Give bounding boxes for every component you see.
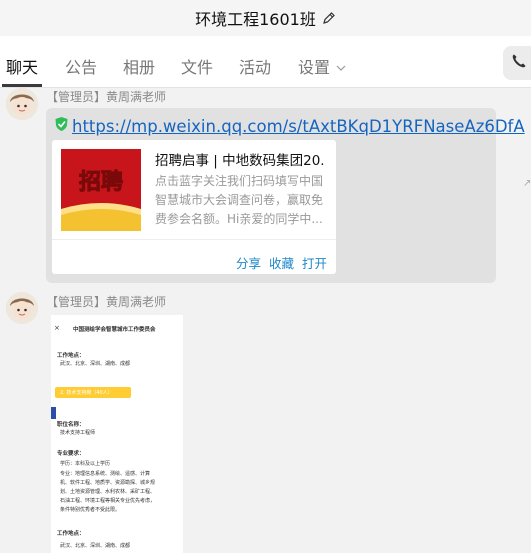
image-message[interactable]: × 中国测绘学会智慧城市工作委员会 工作地点： 武汉、北京、深圳、湖南、成都 2… — [51, 315, 183, 553]
image-header: 中国测绘学会智慧城市工作委员会 — [73, 327, 156, 333]
tab-settings[interactable]: 设置 — [298, 54, 346, 78]
tab-files[interactable]: 文件 — [181, 54, 213, 78]
group-title: 环境工程1601班 — [195, 10, 316, 29]
image-line: 划、土地资源管理、水利农林、采矿工程、 — [60, 489, 156, 495]
tab-bar: 聊天 公告 相册 文件 活动 设置 — [0, 36, 531, 88]
card-title: 招聘启事 | 中地数码集团20... — [155, 153, 325, 169]
avatar[interactable] — [6, 292, 38, 324]
image-line: 条件特别优秀者不受此限。 — [60, 507, 121, 513]
sender-name: 【管理员】黄周满老师 — [46, 90, 167, 104]
tab-announcement[interactable]: 公告 — [65, 54, 97, 78]
image-line: 工作地点： — [57, 531, 85, 537]
card-description: 点击蓝字关注我们扫码填写中国智慧城市大会调查问卷，赢取免费参会名额。Hi亲爱的同… — [155, 174, 324, 226]
favorite-button[interactable]: 收藏 — [269, 253, 294, 272]
image-line: 工作地点： — [57, 353, 85, 359]
image-accent-bar — [51, 407, 56, 419]
share-button[interactable]: 分享 — [236, 253, 261, 272]
image-line: 石油工程、环境工程等相关专业优先考虑， — [60, 498, 156, 504]
open-button[interactable]: 打开 — [302, 253, 327, 272]
card-thumbnail: 招聘 — [61, 149, 141, 231]
image-line: 武汉、北京、深圳、湖南、成都 — [60, 361, 131, 367]
image-line: 职位名称： — [57, 422, 85, 428]
sender-name: 【管理员】黄周满老师 — [46, 295, 167, 309]
expand-arrow-icon[interactable]: ↗ — [523, 178, 531, 189]
image-line: 学历：本科及以上学历 — [60, 461, 111, 467]
chat-area[interactable]: ↗ 【管理员】黄周满老师 https://mp.weixin.qq.com/s/… — [0, 88, 531, 553]
tab-chat[interactable]: 聊天 — [6, 54, 38, 78]
image-line: 武汉、北京、深圳、湖南、成都 — [60, 543, 131, 549]
window-title-bar: 环境工程1601班 — [0, 0, 531, 36]
avatar[interactable] — [6, 88, 38, 120]
active-tab-indicator — [2, 84, 42, 87]
phone-button[interactable] — [503, 46, 531, 80]
thumb-text: 招聘 — [79, 170, 123, 195]
message-bubble[interactable]: https://mp.weixin.qq.com/s/tAxtBKqD1YRFN… — [46, 108, 525, 283]
image-line: 2. 技术支持岗（40人） — [60, 390, 113, 396]
image-line: 专业要求： — [57, 451, 85, 457]
link-preview-card[interactable]: 招聘 招聘启事 | 中地数码集团20... 点击蓝字关注我们扫码填写中国智慧城市… — [52, 140, 336, 274]
shield-check-icon — [54, 116, 69, 136]
pencil-icon[interactable] — [322, 11, 336, 25]
image-line: 技术支持工程师 — [60, 430, 96, 436]
phone-icon — [511, 53, 527, 73]
chevron-down-icon — [336, 56, 346, 75]
card-divider — [52, 239, 336, 240]
image-line: 机、软件工程、地质学、资源勘探、城乡规 — [60, 480, 156, 486]
tab-activities[interactable]: 活动 — [239, 54, 271, 78]
close-icon: × — [54, 324, 60, 332]
tab-settings-label: 设置 — [298, 58, 331, 77]
tab-album[interactable]: 相册 — [123, 54, 155, 78]
image-line: 专业：地理信息系统、测绘、遥感、计算 — [60, 471, 151, 477]
message-link[interactable]: https://mp.weixin.qq.com/s/tAxtBKqD1YRFN… — [72, 117, 525, 136]
